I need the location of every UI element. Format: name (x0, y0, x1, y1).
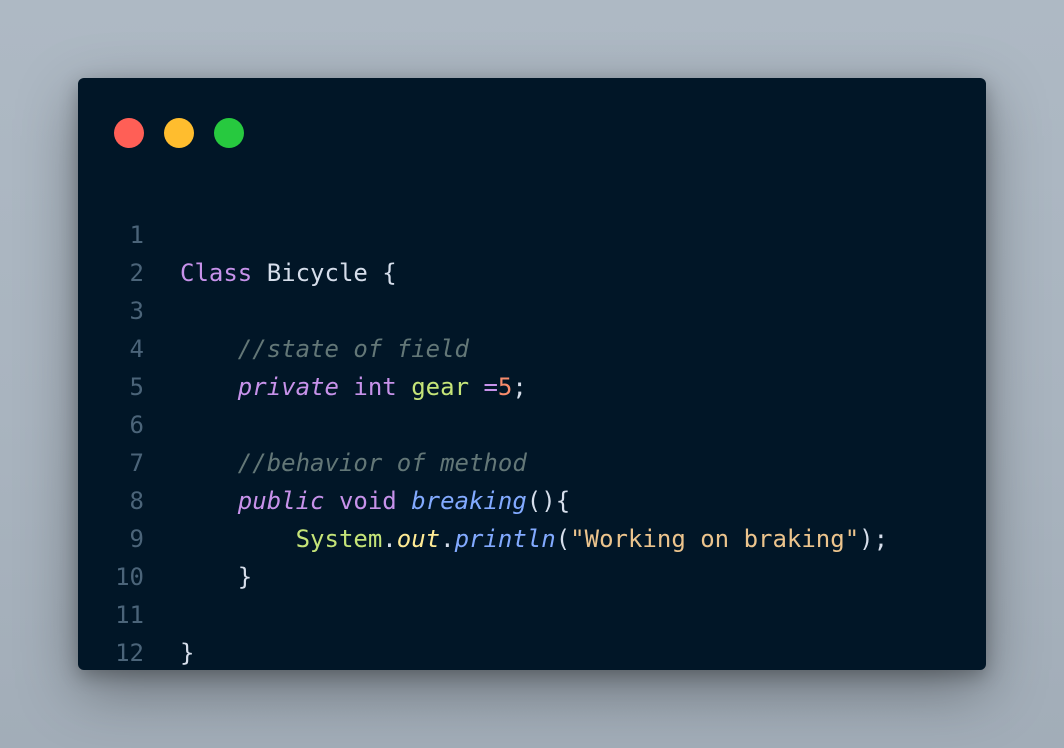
minimize-dot-icon[interactable] (164, 118, 194, 148)
code-line: 12 (78, 596, 986, 667)
line-number: 12 (115, 639, 144, 667)
maximize-dot-icon[interactable] (214, 118, 244, 148)
code-line: 2 (78, 216, 986, 287)
code-line: 11 } (78, 558, 986, 667)
code-line: 3 //state of field (78, 254, 986, 363)
code-line: 5 (78, 330, 986, 401)
close-dot-icon[interactable] (114, 118, 144, 148)
code-line: 8 System.out.println("Working on braking… (78, 444, 986, 553)
code-line: 10 (78, 520, 986, 591)
code-line: 7 public void breaking(){ (78, 406, 986, 515)
code-line: 9 } (78, 482, 986, 591)
code-window: 1 Class Bicycle { 2 3 //state of field 4… (78, 78, 986, 670)
closing-brace: } (180, 639, 195, 667)
code-line: 6 //behavior of method (78, 368, 986, 477)
code-line: 4 private int gear =5; (78, 292, 986, 401)
code-text: } (180, 634, 194, 670)
window-controls (114, 118, 244, 148)
code-line: 1 Class Bicycle { (78, 178, 986, 287)
code-block: 1 Class Bicycle { 2 3 //state of field 4… (78, 178, 986, 667)
